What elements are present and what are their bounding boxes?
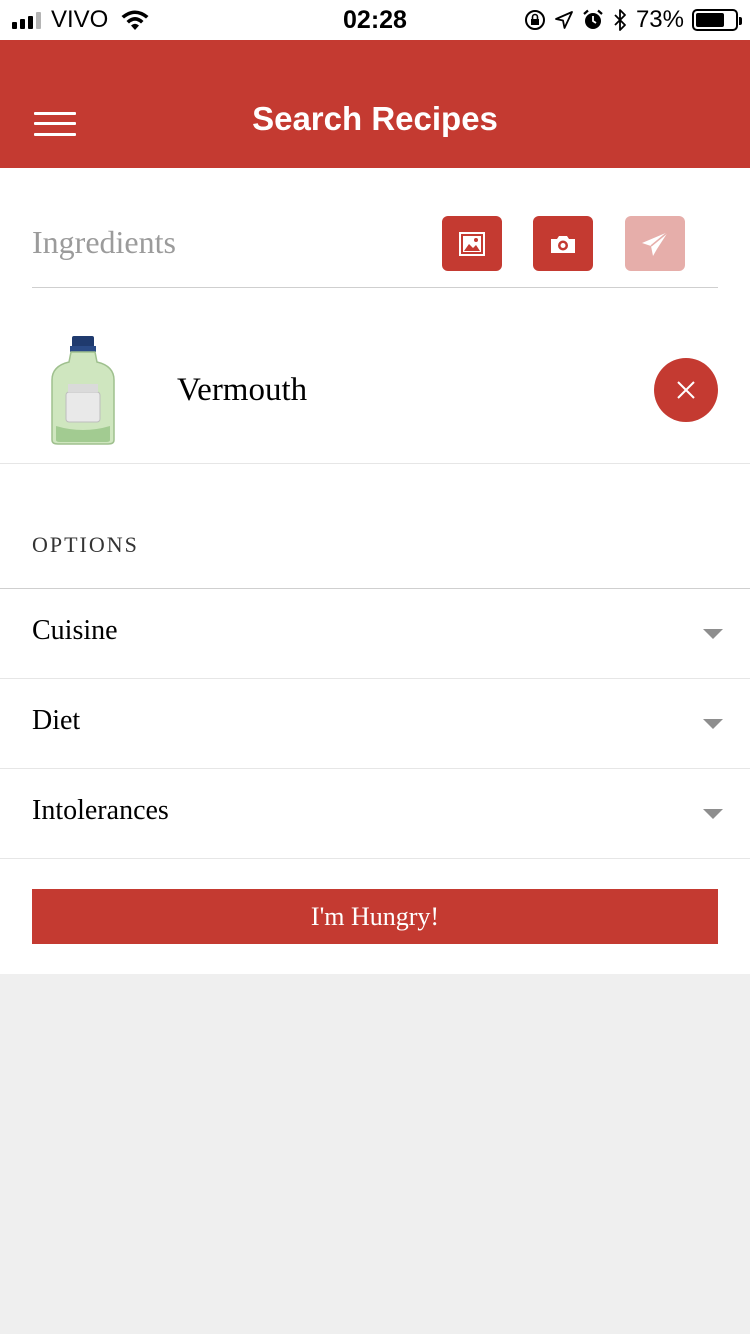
- orientation-lock-icon: [524, 10, 545, 30]
- camera-icon: [551, 235, 575, 253]
- battery-icon: [692, 9, 742, 31]
- ingredient-list-item: Vermouth: [0, 288, 750, 464]
- send-icon: [642, 230, 669, 256]
- bluetooth-icon: [614, 9, 626, 31]
- options-header: OPTIONS: [32, 532, 139, 557]
- option-diet-dropdown[interactable]: Diet: [0, 679, 750, 769]
- options-list: Cuisine Diet Intolerances: [0, 588, 750, 859]
- remove-ingredient-button[interactable]: [654, 358, 718, 422]
- image-picker-button[interactable]: [442, 216, 502, 271]
- camera-button[interactable]: [533, 216, 593, 271]
- page-title: Search Recipes: [252, 100, 498, 137]
- chevron-down-icon: [703, 719, 723, 729]
- option-label: Cuisine: [32, 615, 118, 646]
- status-bar: VIVO 02:28 73%: [0, 0, 750, 40]
- battery-percent: 73%: [635, 6, 684, 33]
- image-icon: [459, 231, 485, 256]
- vermouth-bottle-image: [51, 336, 115, 445]
- close-icon: [677, 381, 695, 399]
- im-hungry-button[interactable]: I'm Hungry!: [32, 889, 718, 944]
- location-icon: [555, 11, 573, 29]
- option-label: Diet: [32, 705, 81, 736]
- ingredients-input[interactable]: Ingredients: [32, 224, 176, 261]
- send-button[interactable]: [625, 216, 685, 271]
- option-cuisine-dropdown[interactable]: Cuisine: [0, 589, 750, 679]
- ingredients-input-row[interactable]: Ingredients: [32, 168, 718, 288]
- alarm-icon: [583, 9, 603, 29]
- ingredient-name: Vermouth: [177, 372, 308, 408]
- chevron-down-icon: [703, 809, 723, 819]
- option-label: Intolerances: [32, 795, 169, 826]
- chevron-down-icon: [703, 629, 723, 639]
- option-intolerances-dropdown[interactable]: Intolerances: [0, 769, 750, 859]
- navbar: Search Recipes: [0, 40, 750, 168]
- main-content: Ingredients Vermouth OPTIONS Cuisine Die…: [0, 168, 750, 974]
